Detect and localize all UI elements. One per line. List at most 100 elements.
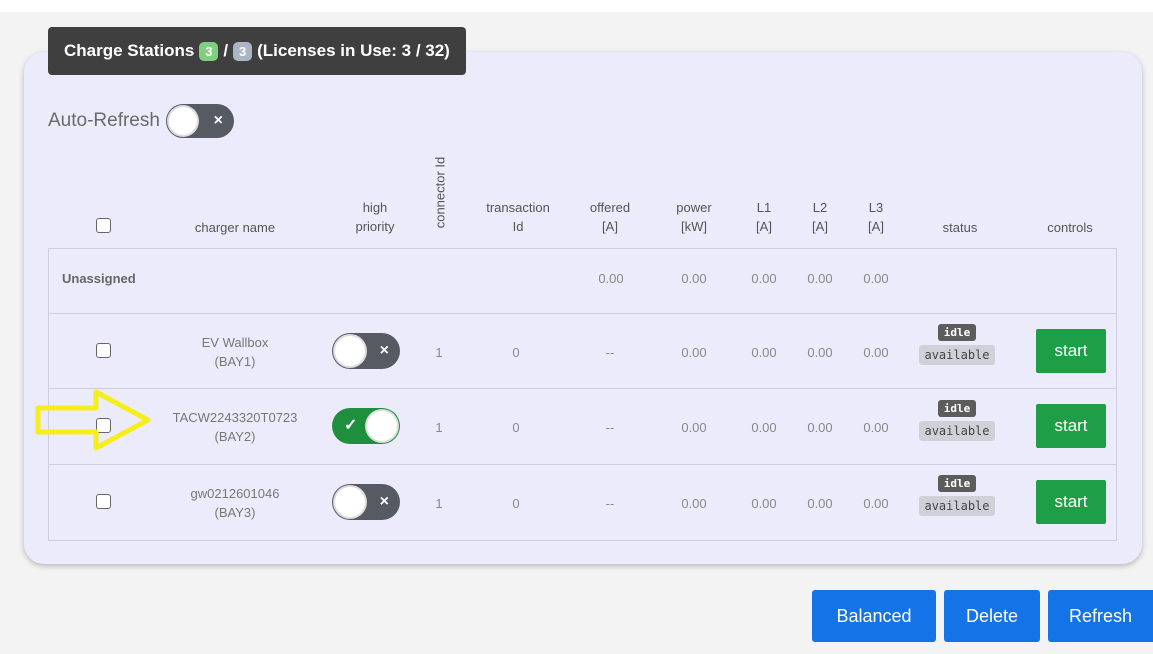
power-value: 0.00 <box>681 345 707 360</box>
start-button[interactable]: start <box>1036 329 1106 373</box>
header-l1-line2: [A] <box>756 219 772 234</box>
close-icon: × <box>379 493 389 510</box>
header-transaction-line1: transaction <box>486 200 550 215</box>
header-offered: offered [A] <box>580 198 640 236</box>
header-l2-line2: [A] <box>812 219 828 234</box>
offered-value: -- <box>605 420 615 435</box>
arrow-annotation-icon <box>35 389 151 451</box>
charger-bay: (BAY3) <box>214 505 256 520</box>
unassigned-l2: 0.00 <box>807 271 833 286</box>
availability-badge: available <box>919 496 995 516</box>
high-priority-toggle[interactable]: ✓ <box>332 408 400 444</box>
l3-value: 0.00 <box>863 420 889 435</box>
power-value: 0.00 <box>681 420 707 435</box>
connector-id: 1 <box>435 496 443 511</box>
charger-name: gw0212601046 <box>190 486 280 501</box>
transaction-id: 0 <box>512 345 520 360</box>
unassigned-l3: 0.00 <box>863 271 889 286</box>
status-badge: idle <box>937 324 977 341</box>
header-transaction-line2: Id <box>512 219 524 234</box>
row-select-checkbox[interactable] <box>96 494 111 509</box>
toggle-knob <box>367 411 397 441</box>
availability-badge: available <box>919 421 995 441</box>
transaction-id: 0 <box>512 496 520 511</box>
charger-bay: (BAY2) <box>214 429 256 444</box>
charger-name-cell: EV Wallbox (BAY1) <box>180 333 290 371</box>
header-status: status <box>942 220 978 235</box>
charger-name-cell: TACW2243320T0723 (BAY2) <box>160 408 310 446</box>
header-high-priority: high priority <box>340 198 410 236</box>
high-priority-toggle[interactable]: × <box>332 333 400 369</box>
licenses-text: (Licenses in Use: 3 / 32) <box>257 41 450 60</box>
charger-name: EV Wallbox <box>201 335 269 350</box>
unassigned-power: 0.00 <box>681 271 707 286</box>
page-top-strip <box>0 0 1153 12</box>
header-l2-line1: L2 <box>812 200 828 215</box>
start-button[interactable]: start <box>1036 404 1106 448</box>
header-connector-id: connector Id <box>432 156 448 229</box>
header-power-line2: [kW] <box>681 219 707 234</box>
status-cell: idle available <box>912 475 1002 516</box>
check-icon: ✓ <box>344 417 358 434</box>
high-priority-toggle[interactable]: × <box>332 484 400 520</box>
unassigned-offered: 0.00 <box>598 271 624 286</box>
header-l1-line1: L1 <box>756 200 772 215</box>
title-text: Charge Stations <box>64 41 195 60</box>
select-all-checkbox[interactable] <box>96 218 111 233</box>
connector-id: 1 <box>435 420 443 435</box>
unassigned-l1: 0.00 <box>751 271 777 286</box>
header-offered-line2: [A] <box>602 219 618 234</box>
charger-bay: (BAY1) <box>214 354 256 369</box>
status-cell: idle available <box>912 324 1002 365</box>
count-separator: / <box>223 41 229 60</box>
header-high-priority-line2: priority <box>355 219 395 234</box>
l1-value: 0.00 <box>751 345 777 360</box>
power-value: 0.00 <box>681 496 707 511</box>
header-l3-line1: L3 <box>868 200 884 215</box>
status-cell: idle available <box>912 400 1002 441</box>
l1-value: 0.00 <box>751 420 777 435</box>
offered-value: -- <box>605 345 615 360</box>
header-controls: controls <box>1047 220 1093 235</box>
header-l2: L2 [A] <box>800 198 840 236</box>
refresh-button[interactable]: Refresh <box>1048 590 1153 642</box>
transaction-id: 0 <box>512 420 520 435</box>
connector-id: 1 <box>435 345 443 360</box>
availability-badge: available <box>919 345 995 365</box>
status-badge: idle <box>937 400 977 417</box>
header-high-priority-line1: high <box>362 200 388 215</box>
auto-refresh-toggle[interactable]: × <box>165 104 234 138</box>
total-count-badge: 3 <box>233 41 253 61</box>
header-power-line1: power <box>676 200 712 215</box>
l3-value: 0.00 <box>863 345 889 360</box>
toggle-knob <box>168 107 197 135</box>
header-l1: L1 [A] <box>744 198 784 236</box>
l2-value: 0.00 <box>807 496 833 511</box>
header-offered-line1: offered <box>589 200 631 215</box>
auto-refresh-control: Auto-Refresh × <box>48 104 234 138</box>
l1-value: 0.00 <box>751 496 777 511</box>
charger-name: TACW2243320T0723 <box>172 410 298 425</box>
header-transaction-id: transaction Id <box>468 198 568 236</box>
header-power: power [kW] <box>664 198 724 236</box>
row-divider <box>48 388 1117 389</box>
row-select-checkbox[interactable] <box>96 343 111 358</box>
charger-name-cell: gw0212601046 (BAY3) <box>170 484 300 522</box>
card-title: Charge Stations 3 / 3 (Licenses in Use: … <box>48 27 466 75</box>
unassigned-label: Unassigned <box>62 271 136 286</box>
close-icon: × <box>213 112 223 129</box>
row-divider <box>48 464 1117 465</box>
delete-button[interactable]: Delete <box>944 590 1040 642</box>
active-count-badge: 3 <box>199 41 219 61</box>
balanced-button[interactable]: Balanced <box>812 590 936 642</box>
l3-value: 0.00 <box>863 496 889 511</box>
row-divider <box>48 313 1117 314</box>
close-icon: × <box>379 342 389 359</box>
header-charger-name: charger name <box>194 220 276 235</box>
start-button[interactable]: start <box>1036 480 1106 524</box>
l2-value: 0.00 <box>807 345 833 360</box>
offered-value: -- <box>605 496 615 511</box>
toggle-knob <box>335 487 365 517</box>
auto-refresh-label: Auto-Refresh <box>48 110 160 131</box>
header-l3: L3 [A] <box>856 198 896 236</box>
